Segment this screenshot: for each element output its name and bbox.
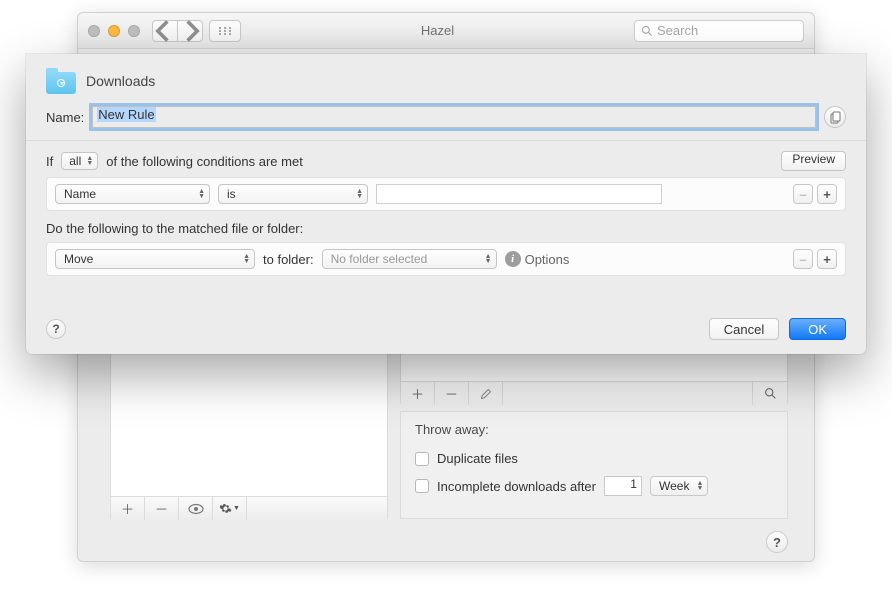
remove-rule-button[interactable]: － [435, 382, 469, 405]
chevron-updown-icon: ▲▼ [356, 189, 363, 199]
condition-operator-select[interactable]: is ▲▼ [218, 184, 368, 204]
options-label[interactable]: Options [525, 252, 570, 267]
remove-condition-button[interactable]: – [793, 184, 813, 204]
condition-operator-value: is [227, 187, 236, 201]
copy-rule-button[interactable] [824, 106, 846, 128]
remove-folder-button[interactable]: － [145, 497, 179, 520]
condition-value-input[interactable] [376, 184, 662, 204]
condition-attribute-value: Name [64, 187, 96, 201]
preview-toggle-button[interactable] [179, 497, 213, 520]
incomplete-downloads-checkbox[interactable] [415, 479, 429, 493]
name-label: Name: [46, 110, 84, 125]
incomplete-downloads-label: Incomplete downloads after [437, 479, 596, 494]
show-all-button[interactable] [209, 20, 241, 42]
window-controls [88, 25, 140, 37]
downloads-folder-icon [46, 68, 76, 94]
close-window-button[interactable] [88, 25, 100, 37]
preview-button[interactable]: Preview [781, 151, 846, 171]
sheet-header: Downloads [26, 54, 866, 102]
info-icon: i [505, 251, 521, 267]
add-action-button[interactable]: + [817, 249, 837, 269]
if-suffix-label: of the following conditions are met [106, 154, 303, 169]
cancel-button[interactable]: Cancel [709, 318, 779, 340]
help-button[interactable]: ? [766, 531, 788, 553]
condition-scope-select[interactable]: all ▲▼ [61, 152, 98, 170]
action-menu-button[interactable]: ▼ [213, 497, 247, 520]
incomplete-unit-select[interactable]: Week ▲▼ [650, 476, 708, 496]
forward-button[interactable] [177, 20, 203, 42]
destination-folder-select[interactable]: No folder selected ▲▼ [322, 249, 497, 269]
window-title: Hazel [241, 23, 634, 38]
rule-name-value: New Rule [97, 107, 155, 122]
duplicate-files-checkbox[interactable] [415, 452, 429, 466]
rule-name-input[interactable]: New Rule [92, 106, 816, 128]
incomplete-duration-field[interactable]: 1 [604, 476, 642, 496]
incomplete-unit-value: Week [659, 479, 689, 493]
action-verb-select[interactable]: Move ▲▼ [55, 249, 255, 269]
to-folder-label: to folder: [263, 252, 314, 267]
chevron-updown-icon: ▲▼ [86, 156, 93, 166]
search-input[interactable]: Search [634, 20, 804, 42]
action-verb-value: Move [64, 252, 93, 266]
chevron-updown-icon: ▲▼ [485, 254, 492, 264]
search-placeholder: Search [657, 23, 698, 38]
edit-rule-button[interactable] [469, 382, 503, 405]
add-condition-button[interactable]: + [817, 184, 837, 204]
condition-scope-value: all [69, 154, 81, 168]
sheet-footer: ? Cancel OK [26, 308, 866, 354]
nav-buttons [152, 20, 203, 42]
back-button[interactable] [152, 20, 178, 42]
do-label: Do the following to the matched file or … [46, 221, 846, 236]
if-label: If [46, 154, 53, 169]
add-folder-button[interactable]: ＋ [111, 497, 145, 520]
chevron-updown-icon: ▲▼ [243, 254, 250, 264]
action-row: Move ▲▼ to folder: No folder selected ▲▼… [46, 242, 846, 276]
minimize-window-button[interactable] [108, 25, 120, 37]
throw-away-title: Throw away: [415, 422, 773, 437]
rule-editor-sheet: Downloads Name: New Rule If all ▲▼ of th… [26, 54, 866, 354]
condition-row: Name ▲▼ is ▲▼ – + [46, 177, 846, 211]
duplicate-files-label: Duplicate files [437, 451, 518, 466]
rules-toolbar: ＋ － [401, 381, 787, 405]
zoom-window-button[interactable] [128, 25, 140, 37]
condition-attribute-select[interactable]: Name ▲▼ [55, 184, 210, 204]
chevron-updown-icon: ▲▼ [198, 189, 205, 199]
add-rule-button[interactable]: ＋ [401, 382, 435, 405]
titlebar: Hazel Search [78, 13, 814, 49]
rules-search-button[interactable] [753, 382, 787, 405]
throw-away-section: Throw away: Duplicate files Incomplete d… [400, 411, 788, 519]
remove-action-button[interactable]: – [793, 249, 813, 269]
ok-button[interactable]: OK [789, 318, 846, 340]
destination-folder-value: No folder selected [331, 252, 428, 266]
folders-toolbar: ＋ － ▼ [111, 496, 387, 520]
sheet-help-button[interactable]: ? [46, 319, 66, 339]
folder-name-label: Downloads [86, 73, 155, 89]
chevron-updown-icon: ▲▼ [697, 481, 704, 491]
